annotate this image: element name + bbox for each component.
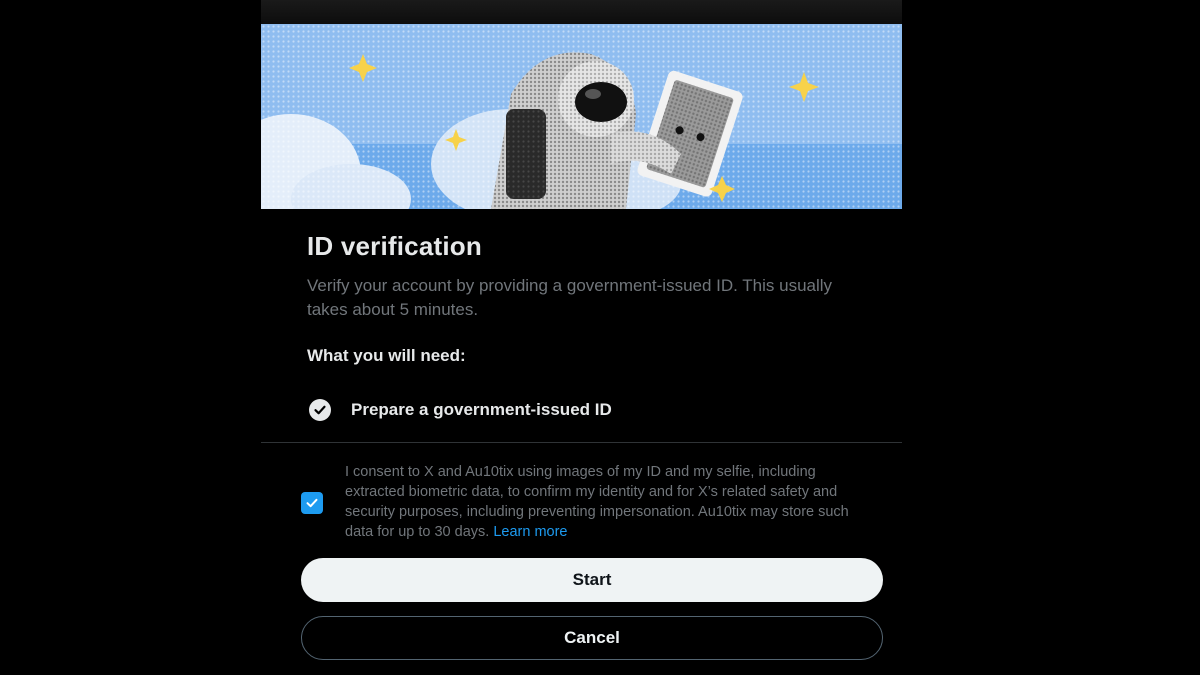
screen: ID verification Verify your account by p… [0,0,1200,675]
start-button[interactable]: Start [301,558,883,602]
learn-more-link[interactable]: Learn more [493,524,567,540]
requirement-label: Prepare a government-issued ID [351,400,612,419]
consent-text: I consent to X and Au10tix using images … [345,464,849,540]
dialog-subtitle: Verify your account by providing a gover… [307,276,833,319]
requirements-heading: What you will need: [307,346,466,365]
consent-row: I consent to X and Au10tix using images … [301,462,881,542]
dialog-top-strip [261,0,902,24]
cancel-button[interactable]: Cancel [301,616,883,660]
consent-checkbox[interactable] [301,492,323,514]
divider [261,442,902,443]
checkmark-icon [306,498,318,508]
astronaut-illustration-image [261,24,902,209]
id-verification-dialog: ID verification Verify your account by p… [261,0,902,675]
banner-illustration [261,24,902,209]
dialog-title: ID verification [307,231,482,261]
consent-text-block: I consent to X and Au10tix using images … [345,462,875,542]
requirement-item: Prepare a government-issued ID [307,398,867,422]
check-circle-icon [309,399,331,421]
dialog-content: ID verification Verify your account by p… [307,226,867,422]
